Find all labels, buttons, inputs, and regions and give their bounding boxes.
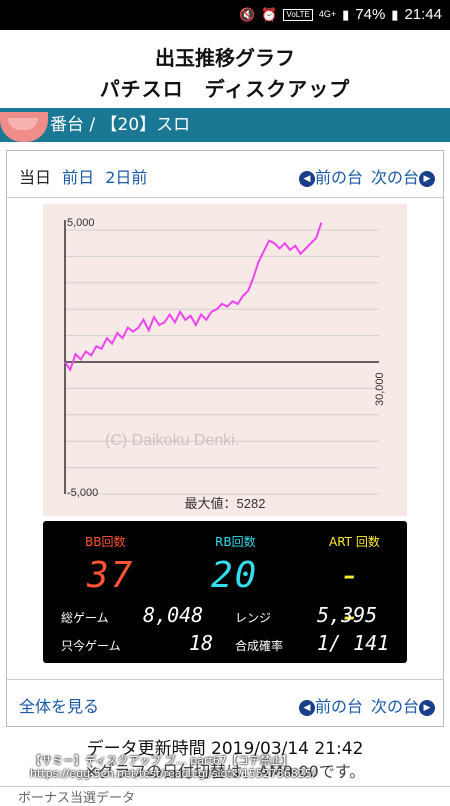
status-bar: 🔇 ⏰ VoLTE 4G+ ▮ 74% ▮ 21:44	[0, 0, 450, 30]
graph-frame: 当日 前日 2日前 ◀ 前の台 次の台 ▶ 5,000 -5,000 30,000 (C)…	[6, 150, 444, 727]
network-icon: 4G+	[318, 9, 337, 19]
total-games-label: 総ゲーム	[61, 611, 109, 625]
x-tick-label: 30,000	[374, 372, 386, 406]
probability-label: 合成確率	[235, 639, 284, 653]
probability-value: 1/ 141	[317, 631, 390, 655]
machine-number: 番台 / 【20】スロ	[50, 115, 191, 135]
y-tick-label: 5,000	[67, 217, 95, 229]
bb-count: 37	[87, 555, 135, 596]
current-games: 18	[189, 631, 214, 655]
range-label: レンジ	[235, 611, 272, 625]
bottom-next-machine-link[interactable]: 次の台 ▶	[371, 693, 435, 717]
chart-svg: 5,000 -5,000 30,000 (C) Daikoku Denki. 最大値：5…	[64, 217, 386, 511]
battery-level: 74%	[355, 6, 386, 23]
prev-machine-link[interactable]: ◀ 前の台	[298, 164, 363, 188]
current-games-label: 只今ゲーム	[61, 639, 121, 653]
machine-bar: 番台 / 【20】スロ	[0, 108, 450, 142]
chart-watermark: (C) Daikoku Denki.	[105, 432, 239, 449]
view-all-link[interactable]: 全体を見る	[19, 693, 99, 717]
total-games: 8,048	[143, 603, 204, 627]
series-line	[64, 222, 323, 373]
tab-prev-day[interactable]: 前日	[62, 168, 94, 187]
thread-overlay: 【サミー】ディスクアップ ブ… part67【コテ禁止】 https://egg…	[30, 754, 430, 780]
rb-count: 20	[211, 555, 259, 596]
bottom-prev-machine-link[interactable]: ◀ 前の台	[298, 693, 363, 717]
alarm-icon: ⏰	[261, 6, 278, 22]
clock: 21:44	[404, 6, 442, 23]
rb-label: RB回数	[215, 535, 256, 549]
arrow-right-icon: ▶	[419, 699, 435, 716]
next-machine-link[interactable]: 次の台 ▶	[371, 164, 435, 188]
counter-panel: BB回数 37 RB回数 20 ART 回数 - - 総ゲーム 8,048 レン…	[43, 521, 407, 663]
arrow-left-icon: ◀	[298, 170, 315, 187]
tab-two-days[interactable]: 2日前	[105, 168, 147, 187]
machine-name: パチスロ ディスクアップ	[99, 77, 351, 101]
bb-label: BB回数	[85, 535, 126, 549]
prev-machine-label: 前の台	[314, 168, 363, 187]
next-machine-label: 次の台	[370, 168, 419, 187]
bottom-prev-label: 前の台	[314, 697, 363, 716]
battery-icon: ▮	[391, 6, 399, 22]
payout-chart: 5,000 -5,000 30,000 (C) Daikoku Denki. 最大値：5…	[43, 204, 407, 516]
page-title: 出玉推移グラフ	[155, 46, 295, 70]
tab-today[interactable]: 当日	[19, 168, 51, 187]
bottom-next-label: 次の台	[370, 697, 419, 716]
sticker-overlay	[0, 112, 48, 142]
arrow-right-icon: ▶	[419, 170, 435, 187]
day-nav: 当日 前日 2日前 ◀ 前の台 次の台 ▶	[7, 151, 443, 198]
volte-icon: VoLTE	[283, 8, 313, 21]
thread-title: 【サミー】ディスクアップ ブ… part67【コテ禁止】	[30, 754, 293, 767]
y-tick-label: -5,000	[67, 487, 98, 499]
arrow-left-icon: ◀	[298, 699, 315, 716]
mute-icon: 🔇	[239, 6, 256, 22]
bottom-nav: 全体を見る ◀ 前の台 次の台 ▶	[7, 679, 443, 726]
thread-url: https://egg.5ch.net/test/read.cgi/slotk/…	[30, 767, 316, 780]
range-value: 5,395	[317, 603, 378, 627]
signal-icon: ▮	[342, 6, 350, 22]
page-header: 出玉推移グラフ パチスロ ディスクアップ	[0, 30, 450, 106]
max-value-label: 最大値：5282	[185, 496, 266, 511]
art-label: ART 回数	[329, 535, 380, 549]
bonus-data-header: ボーナス当選データ	[0, 786, 450, 806]
